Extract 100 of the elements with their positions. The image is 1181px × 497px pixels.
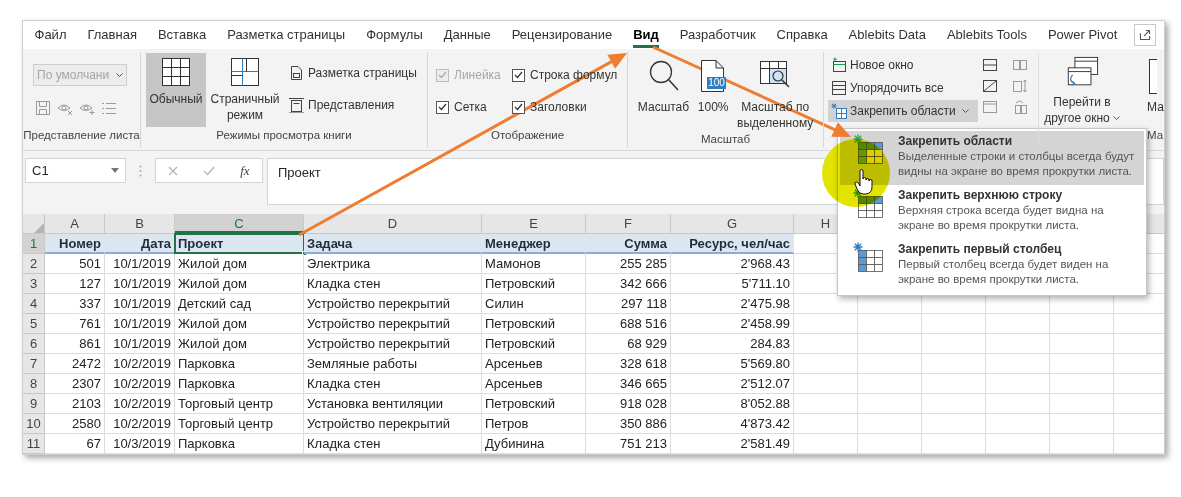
column-header[interactable]: A <box>45 214 105 233</box>
table-cell: 2'512.07 <box>671 374 794 394</box>
table-cell: 2307 <box>45 374 105 394</box>
table-cell: Устройство перекрытий <box>304 294 482 314</box>
window-button[interactable]: Упорядочить все <box>828 77 978 99</box>
table-cell: 918 028 <box>586 394 671 414</box>
ribbon-tab[interactable]: Справка <box>766 21 839 49</box>
table-cell: 350 886 <box>586 414 671 434</box>
table-cell: Задача <box>304 234 482 254</box>
row-number[interactable]: 2 <box>23 254 45 274</box>
freeze-grid-icon <box>853 242 885 274</box>
column-header[interactable]: G <box>671 214 794 233</box>
view-button[interactable]: Разметка страницы <box>286 62 419 84</box>
window-button[interactable]: Новое окно <box>828 54 978 76</box>
row-number[interactable]: 10 <box>23 414 45 434</box>
ribbon-tab[interactable]: Рецензирование <box>501 21 623 49</box>
column-header[interactable]: F <box>586 214 671 233</box>
table-cell: 688 516 <box>586 314 671 334</box>
menu-item-title: Закрепить области <box>898 134 1014 149</box>
row-number[interactable]: 8 <box>23 374 45 394</box>
sync-scroll-icon <box>1012 78 1028 94</box>
empty-cell <box>1050 394 1114 414</box>
name-box[interactable]: C1 <box>25 158 126 183</box>
table-cell: 342 666 <box>586 274 671 294</box>
table-cell: Ресурс, чел/час <box>671 234 794 254</box>
table-cell: 10/2/2019 <box>105 374 175 394</box>
view-mode-button[interactable]: Обычный <box>146 53 206 127</box>
row-number[interactable]: 6 <box>23 334 45 354</box>
table-cell: Сумма <box>586 234 671 254</box>
new-window-icon <box>831 57 847 73</box>
empty-cell <box>858 434 922 454</box>
menu-item-description: Верхняя строка всегда будет видна на экране во время прокрутки листа. <box>898 203 1105 233</box>
caret-icon <box>116 72 123 78</box>
table-cell: 297 118 <box>586 294 671 314</box>
table-cell: Устройство перекрытий <box>304 334 482 354</box>
table-cell: 4'873.42 <box>671 414 794 434</box>
table-cell: Устройство перекрытий <box>304 414 482 434</box>
row-number[interactable]: 5 <box>23 314 45 334</box>
column-header[interactable]: D <box>304 214 482 233</box>
ribbon-tab[interactable]: Power Pivot <box>1037 21 1128 49</box>
group-label: Представление листа <box>23 128 140 143</box>
table-cell: 10/1/2019 <box>105 314 175 334</box>
insert-function-button[interactable]: fx <box>240 160 250 181</box>
empty-cell <box>986 434 1050 454</box>
empty-cell <box>1050 434 1114 454</box>
table-cell: 10/2/2019 <box>105 394 175 414</box>
ribbon-tab[interactable]: Данные <box>433 21 502 49</box>
drag-handle-icon[interactable] <box>139 165 142 177</box>
table-cell: 2'968.43 <box>671 254 794 274</box>
enter-icon[interactable] <box>203 165 216 176</box>
table-cell: 10/2/2019 <box>105 414 175 434</box>
ribbon-tab[interactable]: Разработчик <box>669 21 767 49</box>
ribbon-tab[interactable]: Вид <box>622 21 670 49</box>
table-cell: Дубинина <box>482 434 586 454</box>
column-header[interactable]: E <box>482 214 586 233</box>
ribbon-tab[interactable]: Главная <box>76 21 148 49</box>
checkbox-label: Линейка <box>454 67 501 84</box>
ribbon-tab[interactable]: Формулы <box>355 21 434 49</box>
zoom-button[interactable]: 100 100% <box>694 55 733 131</box>
table-cell: 2'458.99 <box>671 314 794 334</box>
table-cell: Арсеньев <box>482 374 586 394</box>
ribbon-tab[interactable]: Разметка страницы <box>216 21 356 49</box>
ribbon-tab[interactable]: Ablebits Tools <box>936 21 1038 49</box>
caret-icon <box>961 108 969 114</box>
empty-cell <box>1050 354 1114 374</box>
table-cell: 10/1/2019 <box>105 334 175 354</box>
table-cell: Устройство перекрытий <box>304 314 482 334</box>
checkbox[interactable] <box>512 68 525 82</box>
empty-cell <box>986 314 1050 334</box>
switch-window-button[interactable]: Перейти в другое окно <box>1039 54 1125 126</box>
row-number[interactable]: 1 <box>23 234 45 254</box>
row-number[interactable]: 7 <box>23 354 45 374</box>
empty-cell <box>794 354 858 374</box>
ribbon-tab[interactable]: Файл <box>24 21 77 49</box>
table-cell: Земляные работы <box>304 354 482 374</box>
table-cell: Кладка стен <box>304 434 482 454</box>
empty-cell <box>922 434 986 454</box>
table-cell: 10/1/2019 <box>105 274 175 294</box>
ribbon-tab[interactable]: Вставка <box>147 21 217 49</box>
empty-cell <box>1050 334 1114 354</box>
empty-cell <box>922 314 986 334</box>
row-number[interactable]: 4 <box>23 294 45 314</box>
zoom-button[interactable]: Масштаб <box>634 55 693 131</box>
checkbox[interactable] <box>512 100 525 114</box>
ribbon-tab[interactable]: Ablebits Data <box>838 21 937 49</box>
table-cell: Парковка <box>175 354 304 374</box>
checkbox[interactable] <box>436 100 449 114</box>
row-number[interactable]: 9 <box>23 394 45 414</box>
window-button[interactable]: Закрепить области <box>828 100 978 122</box>
table-cell: Жилой дом <box>175 254 304 274</box>
empty-cell <box>1050 374 1114 394</box>
view-button[interactable]: Представления <box>286 94 419 116</box>
view-mode-button[interactable]: Страничный режим <box>208 53 282 127</box>
share-icon[interactable] <box>1134 24 1156 46</box>
menu-item[interactable]: Закрепить первый столбец Первый столбец всегда будет виден на экране во время прокрутки листа. <box>840 239 1144 293</box>
cancel-icon[interactable] <box>168 165 179 176</box>
column-header[interactable]: C <box>175 214 304 233</box>
row-number[interactable]: 11 <box>23 434 45 454</box>
row-number[interactable]: 3 <box>23 274 45 294</box>
empty-cell <box>922 394 986 414</box>
